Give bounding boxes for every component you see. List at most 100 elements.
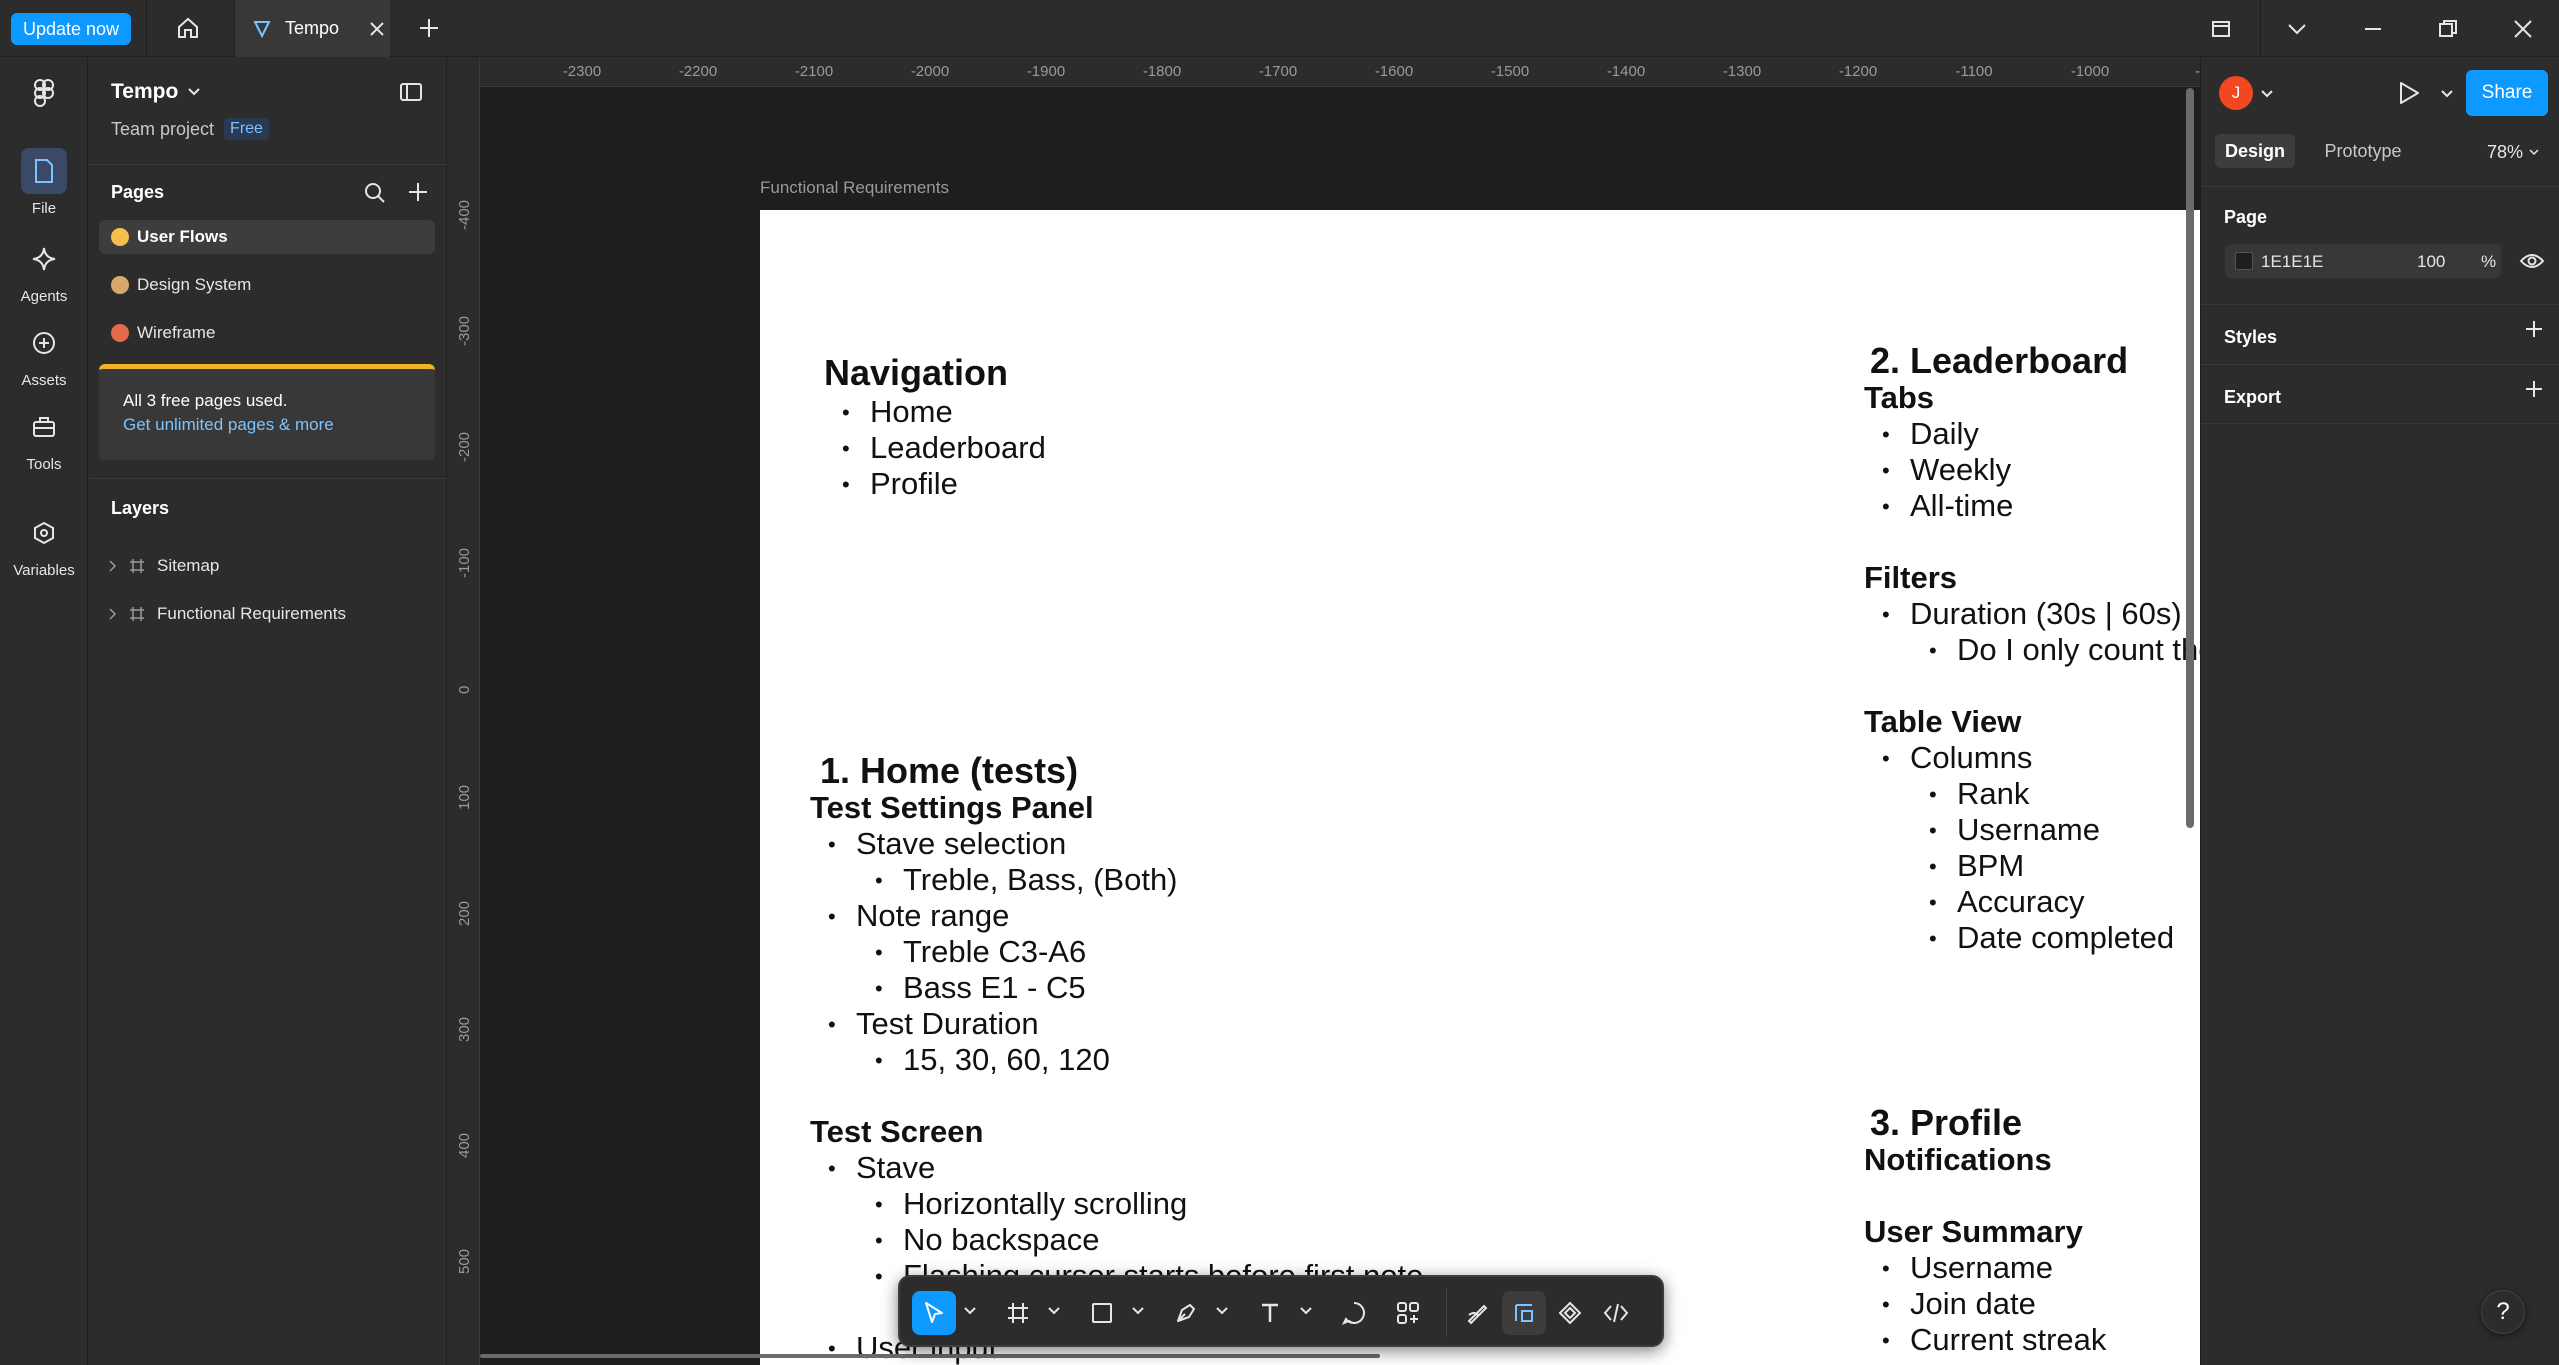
file-name-menu[interactable]: Tempo xyxy=(111,80,200,104)
upsell-text: All 3 free pages used. xyxy=(123,391,288,410)
chevron-down-icon[interactable] xyxy=(1048,1307,1060,1315)
ruler-tick-label: 100 xyxy=(456,784,473,810)
design-mode-button[interactable] xyxy=(1502,1291,1546,1335)
plan-badge: Free xyxy=(224,118,269,140)
share-button[interactable]: Share xyxy=(2466,70,2548,116)
eye-icon[interactable] xyxy=(2519,252,2545,270)
help-button[interactable]: ? xyxy=(2481,1290,2525,1334)
page-section-header: Page xyxy=(2224,207,2268,227)
play-icon[interactable] xyxy=(2397,80,2421,106)
canvas[interactable]: Functional Requirements Navigation Home … xyxy=(448,58,2200,1365)
page-fill-row[interactable]: 1E1E1E 100 % xyxy=(2225,244,2501,278)
pen-tool-button[interactable] xyxy=(1164,1291,1208,1335)
doc-list-item: Rank xyxy=(1929,776,2030,812)
window-icon[interactable] xyxy=(2206,14,2236,44)
rail-item-tools[interactable]: Tools xyxy=(0,404,88,473)
chevron-down-icon[interactable] xyxy=(964,1307,976,1315)
divider xyxy=(89,478,447,479)
restore-icon[interactable] xyxy=(2433,14,2463,44)
file-icon xyxy=(21,148,67,194)
chevron-down-icon[interactable] xyxy=(1300,1307,1312,1315)
layer-label: Functional Requirements xyxy=(157,604,346,623)
tab-design[interactable]: Design xyxy=(2215,134,2295,168)
component-mode-button[interactable] xyxy=(1548,1291,1592,1335)
sparkle-icon xyxy=(21,236,67,282)
tab-prototype[interactable]: Prototype xyxy=(2305,134,2421,168)
comment-tool-button[interactable] xyxy=(1332,1291,1376,1335)
page-item-user-flows[interactable]: User Flows xyxy=(99,220,435,254)
zoom-menu[interactable]: 78% xyxy=(2487,142,2539,163)
text-tool-button[interactable] xyxy=(1248,1291,1292,1335)
tab-title: Tempo xyxy=(285,18,340,38)
dev-mode-code-button[interactable] xyxy=(1594,1291,1638,1335)
layer-row-sitemap[interactable]: Sitemap xyxy=(109,556,219,576)
chevron-right-icon[interactable] xyxy=(109,560,117,572)
chevron-down-icon[interactable] xyxy=(2282,14,2312,44)
page-item-design-system[interactable]: Design System xyxy=(99,268,435,302)
frame-label[interactable]: Functional Requirements xyxy=(760,178,949,198)
doc-heading: Navigation xyxy=(824,352,1009,393)
functional-requirements-frame[interactable]: Navigation Home Leaderboard Profile 1. H… xyxy=(760,210,2200,1365)
doc-subheading: Test Settings Panel xyxy=(810,790,1094,825)
doc-list-item: All-time xyxy=(1882,488,2013,524)
ruler-tick-label: -1400 xyxy=(1606,63,1646,80)
figma-logo-icon[interactable] xyxy=(29,78,59,108)
doc-list-item: Columns xyxy=(1882,740,2032,776)
doc-list-item: Current streak xyxy=(1882,1322,2106,1358)
avatar[interactable]: J xyxy=(2219,76,2253,110)
tab-tempo[interactable]: Tempo xyxy=(235,0,390,57)
search-icon[interactable] xyxy=(364,182,386,204)
upsell-link[interactable]: Get unlimited pages & more xyxy=(123,415,334,435)
doc-list-item: Stave selection xyxy=(828,826,1066,862)
doc-subheading: Test Screen xyxy=(810,1114,984,1149)
rail-label: Variables xyxy=(13,562,75,579)
frame-tool-button[interactable] xyxy=(996,1291,1040,1335)
emoji-icon xyxy=(111,228,129,246)
update-now-button[interactable]: Update now xyxy=(11,13,131,45)
ruler-tick-label: 300 xyxy=(456,1016,473,1042)
add-style-icon[interactable] xyxy=(2524,319,2544,339)
pages-header: Pages xyxy=(111,182,165,202)
color-swatch[interactable] xyxy=(2235,252,2253,270)
doc-heading: 3. Profile xyxy=(1870,1102,2023,1143)
chevron-down-icon[interactable] xyxy=(1216,1307,1228,1315)
home-icon[interactable] xyxy=(176,16,200,40)
rail-label: Tools xyxy=(26,456,62,473)
move-tool-button[interactable] xyxy=(912,1291,956,1335)
chevron-down-icon[interactable] xyxy=(2441,90,2453,98)
add-export-icon[interactable] xyxy=(2524,379,2544,399)
layers-header: Layers xyxy=(111,498,170,518)
ruler-tick-label: -300 xyxy=(456,315,473,346)
rail-item-variables[interactable]: Variables xyxy=(0,510,88,579)
actions-tool-button[interactable] xyxy=(1386,1291,1430,1335)
rail-item-agents[interactable]: Agents xyxy=(0,236,88,305)
close-tab-icon[interactable] xyxy=(369,21,385,37)
frame-icon xyxy=(129,558,145,574)
page-item-wireframe[interactable]: Wireframe xyxy=(99,316,435,350)
new-tab-icon[interactable] xyxy=(418,17,440,39)
doc-list-item: Profile xyxy=(842,466,958,502)
chevron-down-icon[interactable] xyxy=(1132,1307,1144,1315)
close-window-icon[interactable] xyxy=(2508,14,2538,44)
draw-mode-button[interactable] xyxy=(1456,1291,1500,1335)
rail-item-file[interactable]: File xyxy=(0,148,88,217)
rail-label: Agents xyxy=(20,288,68,305)
layer-label: Sitemap xyxy=(157,556,220,575)
horizontal-scrollbar[interactable] xyxy=(480,1354,1380,1358)
upsell-banner: All 3 free pages used. Get unlimited pag… xyxy=(99,364,435,460)
chevron-right-icon[interactable] xyxy=(109,608,117,620)
page-label: User Flows xyxy=(137,227,228,246)
rectangle-tool-button[interactable] xyxy=(1080,1291,1124,1335)
project-name[interactable]: Team project xyxy=(111,119,214,140)
layer-row-functional-requirements[interactable]: Functional Requirements xyxy=(109,604,346,624)
minimize-icon[interactable] xyxy=(2358,14,2388,44)
chevron-down-icon[interactable] xyxy=(2261,90,2273,98)
doc-list-item: BPM xyxy=(1929,848,2024,884)
vertical-scrollbar[interactable] xyxy=(2186,88,2194,828)
sidebar-toggle-icon[interactable] xyxy=(399,82,423,102)
hex-input[interactable]: 1E1E1E xyxy=(2261,252,2323,272)
add-page-icon[interactable] xyxy=(407,181,429,203)
rail-item-assets[interactable]: Assets xyxy=(0,320,88,389)
styles-header: Styles xyxy=(2224,327,2278,347)
opacity-input[interactable]: 100 xyxy=(2417,252,2445,272)
